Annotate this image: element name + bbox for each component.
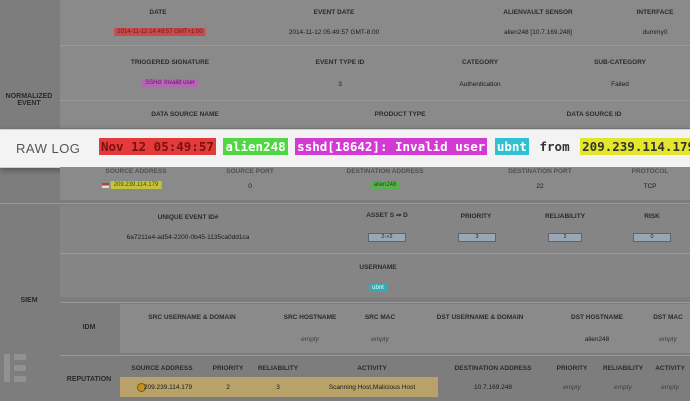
rep-reliability-header: RELIABILITY [257,365,299,372]
rep-reliability-value: 3 [276,384,280,391]
destination-address-value[interactable]: alien248 [370,181,400,189]
raw-log-username: ubnt [494,138,529,155]
rep-reliability2-header: RELIABILITY [602,365,644,372]
rep-source-address-value[interactable]: 209.239.114.179 [144,384,192,391]
divider [60,45,690,46]
sensor-header: ALIENVAULT SENSOR [503,9,573,16]
idm-panel [120,304,690,353]
rep-activity-value: Scanning Host,Malicious Host [328,384,416,391]
protocol-value: TCP [643,183,657,190]
source-address-header: SOURCE ADDRESS [105,168,167,175]
destination-port-value: 22 [536,183,544,190]
protocol-header: PROTOCOL [631,168,669,175]
priority-header: PRIORITY [460,213,492,220]
category-header: CATEGORY [461,59,499,66]
rep-reliability2-value: empty [614,384,632,391]
event-date-header: EVENT DATE [313,9,355,16]
triggered-signature-value[interactable]: SSHd: Invalid user [142,79,198,87]
event-type-value: 3 [338,81,342,88]
raw-log-timestamp: Nov 12 05:49:57 [99,138,216,155]
raw-log-host: alien248 [223,138,288,155]
priority-meter: 3 [458,233,496,242]
event-type-header: EVENT TYPE ID [315,59,365,66]
reliability-header: RELIABILITY [544,213,586,220]
reliability-meter: 2 [548,233,582,242]
section-siem: SIEM [20,297,38,304]
raw-log-label: RAW LOG [16,141,81,156]
rep-destination-address-value[interactable]: 10.7.169.248 [474,384,512,391]
divider [0,203,690,204]
rep-activity-header: ACTIVITY [357,365,387,372]
data-source-id-header: DATA SOURCE ID [566,111,622,118]
raw-log-from: from [539,139,570,154]
rep-priority-header: PRIORITY [212,365,244,372]
watermark-logo-icon [4,354,26,382]
section-idm: IDM [82,324,96,331]
username-value[interactable]: ubnt [369,284,387,292]
interface-header: INTERFACE [636,9,674,16]
raw-log-line: Nov 12 05:49:57 alien248 sshd[18642]: In… [99,138,690,156]
src-mac-header: SRC MAC [364,314,396,321]
src-user-header: SRC USERNAME & DOMAIN [148,314,236,321]
triggered-signature-header: TRIGGERED SIGNATURE [130,59,210,66]
src-host-value: empty [301,336,319,343]
dst-mac-value: empty [659,336,677,343]
divider [60,302,690,303]
source-port-header: SOURCE PORT [226,168,274,175]
source-port-value: 0 [248,183,252,190]
section-normalized-event: NORMALIZED EVENT [5,93,53,107]
rep-priority-value: 2 [226,384,230,391]
rep-destination-address-header: DESTINATION ADDRESS [454,365,532,372]
asset-header: ASSET S ⇒ D [366,212,408,219]
date-header: DATE [149,9,167,16]
dst-mac-header: DST MAC [653,314,683,321]
dst-host-header: DST HOSTNAME [571,314,623,321]
divider [60,253,690,254]
destination-address-header: DESTINATION ADDRESS [346,168,424,175]
divider [60,100,690,101]
raw-log-banner: RAW LOG Nov 12 05:49:57 alien248 sshd[18… [0,129,690,168]
product-type-header: PRODUCT TYPE [374,111,426,118]
raw-log-message: sshd[18642]: Invalid user [295,138,488,155]
src-host-header: SRC HOSTNAME [283,314,337,321]
divider [60,355,690,356]
section-reputation: REPUTATION [66,376,112,383]
category-value: Authentication [459,81,501,88]
rep-priority2-header: PRIORITY [556,365,588,372]
data-source-name-header: DATA SOURCE NAME [151,111,219,118]
raw-log-source-ip: 209.239.114.179 [580,138,690,155]
flag-icon [102,183,109,188]
rep-source-address-header: SOURCE ADDRESS [131,365,193,372]
unique-event-header: UNIQUE EVENT ID# [157,214,219,221]
date-value: 2014-11-12 14:49:57 GMT+1:00 [114,28,206,36]
interface-value: dummy0 [642,29,668,36]
rep-activity2-header: ACTIVITY [655,365,685,372]
src-mac-value: empty [371,336,389,343]
sensor-value: alien248 [10.7.169.248] [504,29,572,36]
unique-event-value[interactable]: 6a7211e4-ad54-2200-0b45-1135ca0dd1ca [127,234,250,241]
rep-priority2-value: empty [563,384,581,391]
event-date-value: 2014-11-12 05:49:57 GMT-8:00 [288,29,380,36]
risk-header: RISK [644,213,660,220]
dst-user-header: DST USERNAME & DOMAIN [436,314,524,321]
destination-port-header: DESTINATION PORT [508,168,572,175]
subcategory-value: Failed [611,81,629,88]
rep-activity2-value: empty [661,384,679,391]
subcategory-header: SUB-CATEGORY [594,59,646,66]
risk-meter: 0 [633,233,671,242]
source-address-value[interactable]: 209.239.114.179 [110,181,162,189]
dst-host-value: alien248 [584,336,610,343]
username-header: USERNAME [359,264,397,271]
asset-meter: 2->2 [368,233,406,242]
